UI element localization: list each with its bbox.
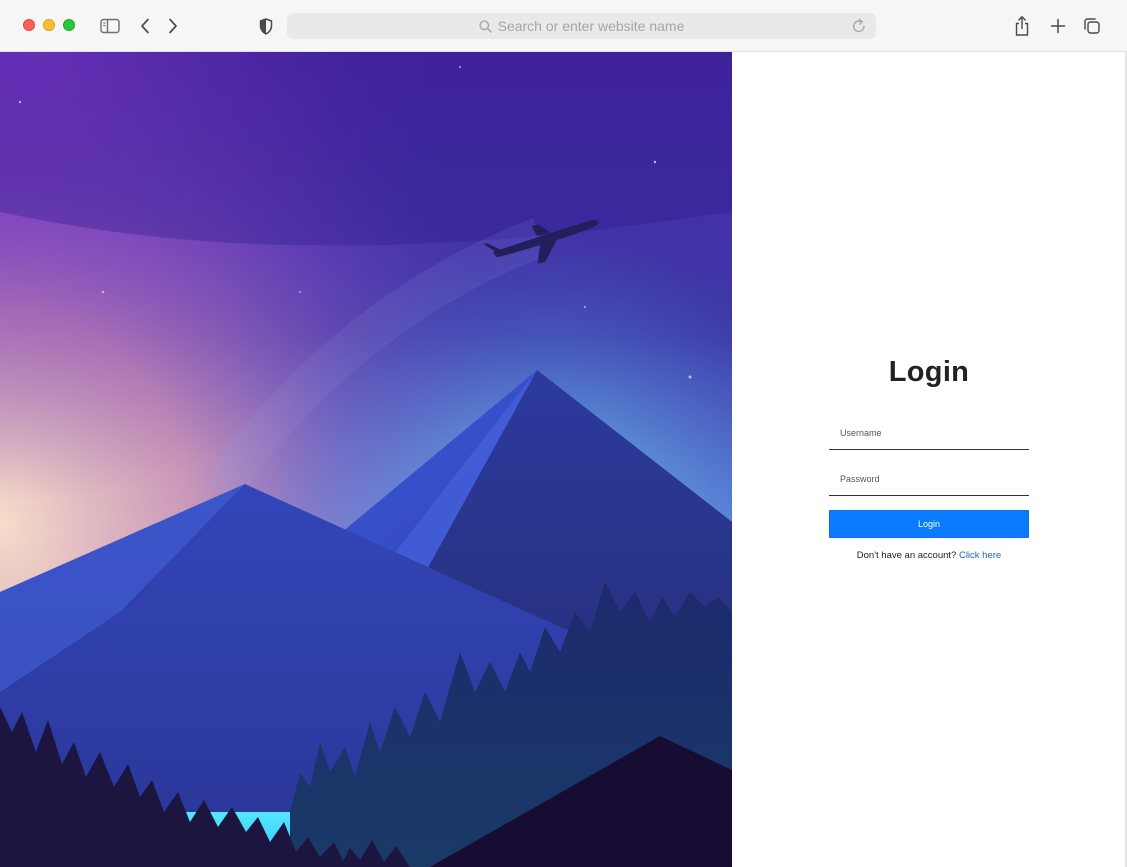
- back-chevron-icon[interactable]: [136, 15, 154, 37]
- login-title: Login: [888, 356, 970, 388]
- zoom-window-button[interactable]: [63, 19, 75, 31]
- tabs-overview-icon[interactable]: [1081, 15, 1103, 37]
- address-placeholder: Search or enter website name: [497, 18, 685, 34]
- reload-icon[interactable]: [850, 17, 868, 35]
- sidebar-icon[interactable]: [98, 16, 122, 36]
- plus-icon[interactable]: [1047, 15, 1069, 37]
- signup-link[interactable]: Click here: [959, 550, 1001, 561]
- password-input[interactable]: [829, 466, 1029, 496]
- login-button[interactable]: Login: [829, 510, 1029, 538]
- forward-chevron-icon[interactable]: [164, 15, 182, 37]
- privacy-shield-icon[interactable]: [256, 15, 276, 37]
- username-input[interactable]: [829, 420, 1029, 450]
- close-window-button[interactable]: [23, 19, 35, 31]
- share-icon[interactable]: [1011, 13, 1033, 39]
- browser-toolbar: Search or enter website name: [0, 0, 1127, 52]
- search-icon: [479, 19, 492, 33]
- address-bar[interactable]: Search or enter website name: [287, 13, 876, 39]
- minimize-window-button[interactable]: [43, 19, 55, 31]
- browser-window: Search or enter website name Login Usern…: [0, 0, 1127, 867]
- web-page: Login Login Don't have an account? Click…: [0, 52, 1127, 867]
- signup-prompt-text: Don't have an account?: [856, 550, 957, 561]
- signup-prompt-line: Don't have an account? Click here: [829, 550, 1029, 561]
- mountain-landscape-illustration: [0, 52, 732, 867]
